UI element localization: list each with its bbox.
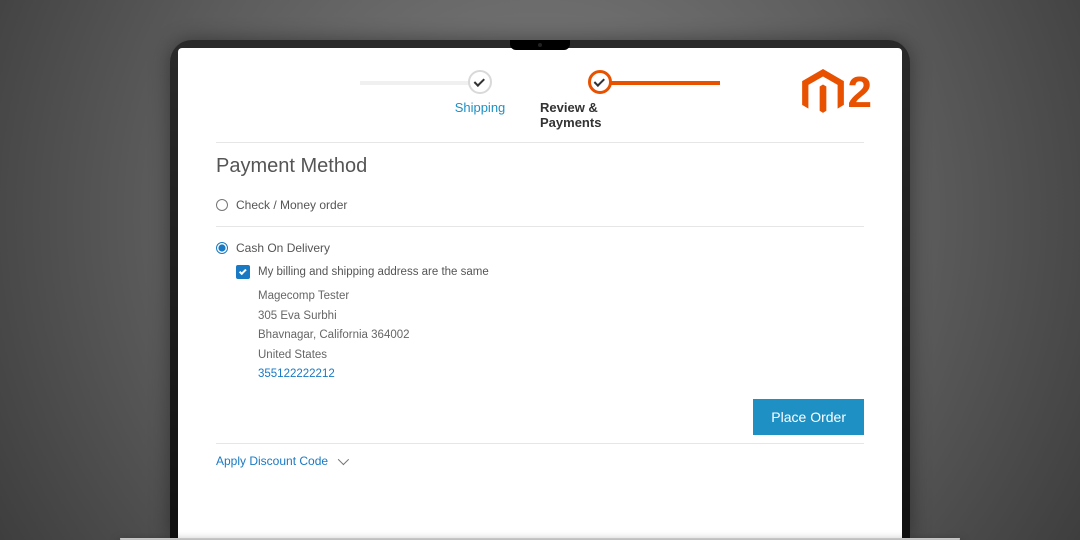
laptop-frame: 2 Shipping Review & Payments bbox=[170, 40, 910, 540]
check-icon bbox=[588, 70, 612, 94]
billing-section: My billing and shipping address are the … bbox=[236, 265, 864, 385]
billing-same-checkbox-row[interactable]: My billing and shipping address are the … bbox=[236, 265, 864, 279]
checkbox-checked-icon[interactable] bbox=[236, 265, 250, 279]
screen: 2 Shipping Review & Payments bbox=[178, 48, 902, 540]
payment-option-check-money[interactable]: Check / Money order bbox=[216, 192, 864, 218]
divider bbox=[216, 226, 864, 227]
apply-discount-label: Apply Discount Code bbox=[216, 454, 328, 468]
step-shipping-label[interactable]: Shipping bbox=[455, 100, 506, 115]
radio-cod[interactable] bbox=[216, 242, 228, 254]
payment-option-cod[interactable]: Cash On Delivery bbox=[216, 235, 864, 261]
check-icon bbox=[468, 70, 492, 94]
divider bbox=[216, 142, 864, 143]
address-country: United States bbox=[258, 346, 864, 366]
address-phone[interactable]: 355122222212 bbox=[258, 365, 864, 385]
progress-stepper: Shipping Review & Payments bbox=[216, 70, 864, 130]
payment-option-label: Cash On Delivery bbox=[236, 241, 330, 255]
laptop-notch bbox=[510, 40, 570, 50]
address-street: 305 Eva Surbhi bbox=[258, 307, 864, 327]
step-review-payments: Review & Payments bbox=[540, 70, 660, 130]
place-order-button[interactable]: Place Order bbox=[753, 399, 864, 435]
apply-discount-toggle[interactable]: Apply Discount Code bbox=[216, 454, 864, 468]
checkout-content: Shipping Review & Payments Payment Metho… bbox=[178, 48, 902, 468]
payment-method-title: Payment Method bbox=[216, 155, 864, 178]
divider bbox=[216, 443, 864, 444]
laptop-bezel: 2 Shipping Review & Payments bbox=[170, 40, 910, 540]
actions-row: Place Order bbox=[216, 399, 864, 435]
payment-option-label: Check / Money order bbox=[236, 198, 347, 212]
address-name: Magecomp Tester bbox=[258, 287, 864, 307]
address-city-region-zip: Bhavnagar, California 364002 bbox=[258, 326, 864, 346]
radio-check-money[interactable] bbox=[216, 199, 228, 211]
billing-address: Magecomp Tester 305 Eva Surbhi Bhavnagar… bbox=[258, 287, 864, 385]
step-review-label: Review & Payments bbox=[540, 100, 660, 130]
billing-same-label: My billing and shipping address are the … bbox=[258, 266, 489, 278]
step-shipping[interactable]: Shipping bbox=[420, 70, 540, 130]
chevron-down-icon bbox=[338, 454, 349, 465]
